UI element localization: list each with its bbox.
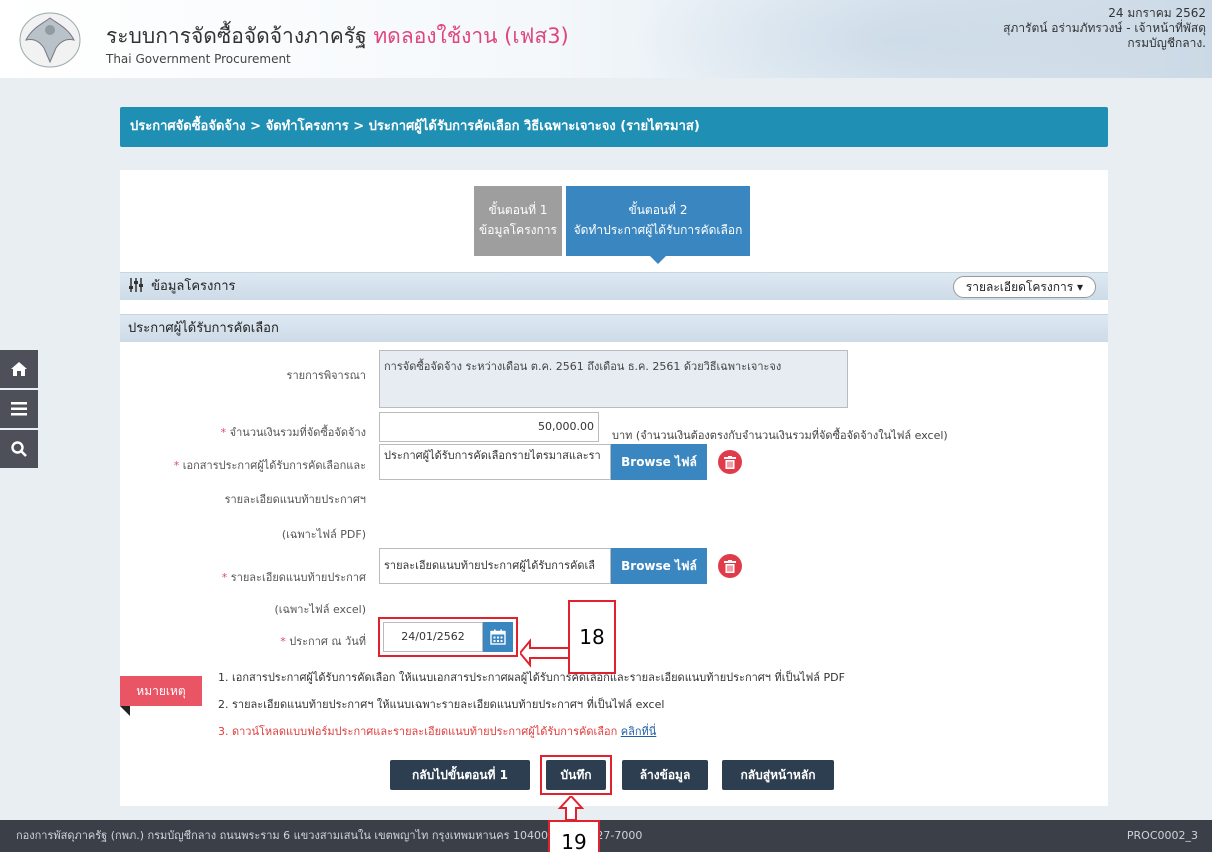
project-detail-dropdown[interactable]: รายละเอียดโครงการ ▾ (952, 276, 1096, 298)
step-2-title: ขั้นตอนที่ 2 (628, 203, 688, 217)
trial-label: ทดลองใช้งาน (เฟส3) (373, 24, 569, 48)
note-line-2: 2. รายละเอียดแนบท้ายประกาศฯ ให้แนบเฉพาะร… (218, 698, 665, 711)
callout-arrow-18 (520, 638, 572, 668)
required-mark: * (173, 459, 180, 472)
garuda-logo-icon (19, 12, 81, 68)
doc-file-input[interactable]: ประกาศผู้ได้รับการคัดเลือกรายไตรมาสและรา (379, 444, 611, 480)
note-line-3: 3. ดาวน์โหลดแบบฟอร์มประกาศและรายละเอียดแ… (218, 722, 656, 740)
amount-label: * จำนวนเงินรวมที่จัดซื้อจัดจ้าง (221, 423, 366, 441)
user-name[interactable]: สุภารัตน์ อร่ามภัทรวงษ์ - เจ้าหน้าที่พัส… (1003, 21, 1206, 36)
step-1[interactable]: ขั้นตอนที่ 1 ข้อมูลโครงการ (474, 186, 562, 256)
doc-delete-button[interactable] (718, 450, 742, 474)
project-info-section: ข้อมูลโครงการ รายละเอียดโครงการ ▾ (120, 272, 1108, 300)
doc-label-line2: รายละเอียดแนบท้ายประกาศฯ (224, 493, 366, 506)
breadcrumb: ประกาศจัดซื้อจัดจ้าง > จัดทำโครงการ > ปร… (120, 107, 1108, 147)
consideration-label: รายการพิจารณา (286, 369, 366, 382)
system-title: ระบบการจัดซื้อจัดจ้างภาครัฐ ทดลองใช้งาน … (106, 20, 569, 53)
main-panel: ขั้นตอนที่ 1 ข้อมูลโครงการ ขั้นตอนที่ 2 … (120, 170, 1108, 806)
download-form-link[interactable]: คลิกที่นี่ (621, 725, 657, 738)
step-1-label: ข้อมูลโครงการ (479, 223, 557, 237)
doc-label: * เอกสารประกาศผู้ได้รับการคัดเลือกและ (174, 456, 366, 474)
home-button[interactable] (0, 350, 38, 388)
caret-down-icon: ▾ (1076, 280, 1083, 294)
corner-fold-icon (120, 706, 130, 716)
note-line-1: 1. เอกสารประกาศผู้ได้รับการคัดเลือก ให้แ… (218, 671, 845, 684)
attach-delete-button[interactable] (718, 554, 742, 578)
trash-icon (724, 455, 736, 469)
attach-file-input[interactable]: รายละเอียดแนบท้ายประกาศผู้ได้รับการคัดเล… (379, 548, 611, 584)
current-date: 24 มกราคม 2562 (1108, 6, 1206, 20)
callout-arrow-19 (557, 796, 585, 820)
doc-label-line3: (เฉพาะไฟล์ PDF) (281, 528, 366, 541)
footer: กองการพัสดุภาครัฐ (กพภ.) กรมบัญชีกลาง ถน… (0, 820, 1212, 852)
amount-label-text: จำนวนเงินรวมที่จัดซื้อจัดจ้าง (229, 426, 366, 439)
step-2-label: จัดทำประกาศผู้ได้รับการคัดเลือก (573, 223, 743, 237)
step-1-title: ขั้นตอนที่ 1 (488, 203, 548, 217)
date-label-text: ประกาศ ณ วันที่ (289, 635, 366, 648)
app-header: ระบบการจัดซื้อจัดจ้างภาครัฐ ทดลองใช้งาน … (0, 0, 1212, 78)
project-detail-label: รายละเอียดโครงการ (965, 280, 1074, 294)
home-page-button[interactable]: กลับสู่หน้าหลัก (722, 760, 834, 790)
date-label: * ประกาศ ณ วันที่ (280, 632, 366, 650)
attach-label-text: รายละเอียดแนบท้ายประกาศ (230, 571, 366, 584)
save-highlight-box (540, 755, 612, 795)
callout-18: 18 (568, 600, 616, 674)
required-mark: * (220, 426, 227, 439)
attach-label-line2: (เฉพาะไฟล์ excel) (274, 603, 367, 616)
note-line-3-text: 3. ดาวน์โหลดแบบฟอร์มประกาศและรายละเอียดแ… (218, 725, 618, 738)
page-code: PROC0002_3 (1126, 829, 1198, 842)
step-2[interactable]: ขั้นตอนที่ 2 จัดทำประกาศผู้ได้รับการคัดเ… (566, 186, 750, 264)
notes-tab: หมายเหตุ (120, 676, 202, 706)
trash-icon (724, 559, 736, 573)
user-info: 24 มกราคม 2562 สุภารัตน์ อร่ามภัทรวงษ์ -… (1003, 6, 1206, 51)
system-title-text: ระบบการจัดซื้อจัดจ้างภาครัฐ (106, 24, 367, 48)
sliders-icon (129, 278, 143, 292)
footer-address: กองการพัสดุภาครัฐ (กพภ.) กรมบัญชีกลาง ถน… (16, 829, 558, 842)
amount-input[interactable]: 50,000.00 (379, 412, 599, 442)
clear-button[interactable]: ล้างข้อมูล (622, 760, 708, 790)
menu-button[interactable] (0, 390, 38, 428)
doc-browse-button[interactable]: Browse ไฟล์ (611, 444, 707, 480)
amount-hint: บาท (จำนวนเงินต้องตรงกับจำนวนเงินรวมที่จ… (612, 429, 948, 442)
consideration-textarea[interactable]: การจัดซื้อจัดจ้าง ระหว่างเดือน ต.ค. 2561… (379, 350, 848, 408)
date-highlight-box (378, 617, 518, 657)
project-info-title: ข้อมูลโครงการ (151, 279, 236, 294)
search-button[interactable] (0, 430, 38, 468)
user-department: กรมบัญชีกลาง. (1127, 36, 1206, 50)
required-mark: * (280, 635, 286, 648)
callout-19: 19 (548, 820, 600, 852)
search-icon (11, 441, 27, 457)
announce-section: ประกาศผู้ได้รับการคัดเลือก (120, 314, 1108, 342)
attach-browse-button[interactable]: Browse ไฟล์ (611, 548, 707, 584)
menu-icon (11, 402, 27, 416)
attach-label: * รายละเอียดแนบท้ายประกาศ (222, 568, 366, 586)
footer-phone: 27-7000 (596, 829, 643, 842)
quick-nav (0, 350, 38, 470)
system-subtitle: Thai Government Procurement (106, 52, 291, 66)
doc-label-line1: เอกสารประกาศผู้ได้รับการคัดเลือกและ (182, 459, 366, 472)
back-to-step1-button[interactable]: กลับไปขั้นตอนที่ 1 (390, 760, 530, 790)
step-indicator: ขั้นตอนที่ 1 ข้อมูลโครงการ ขั้นตอนที่ 2 … (474, 186, 750, 264)
home-icon (11, 362, 27, 376)
required-mark: * (221, 571, 228, 584)
